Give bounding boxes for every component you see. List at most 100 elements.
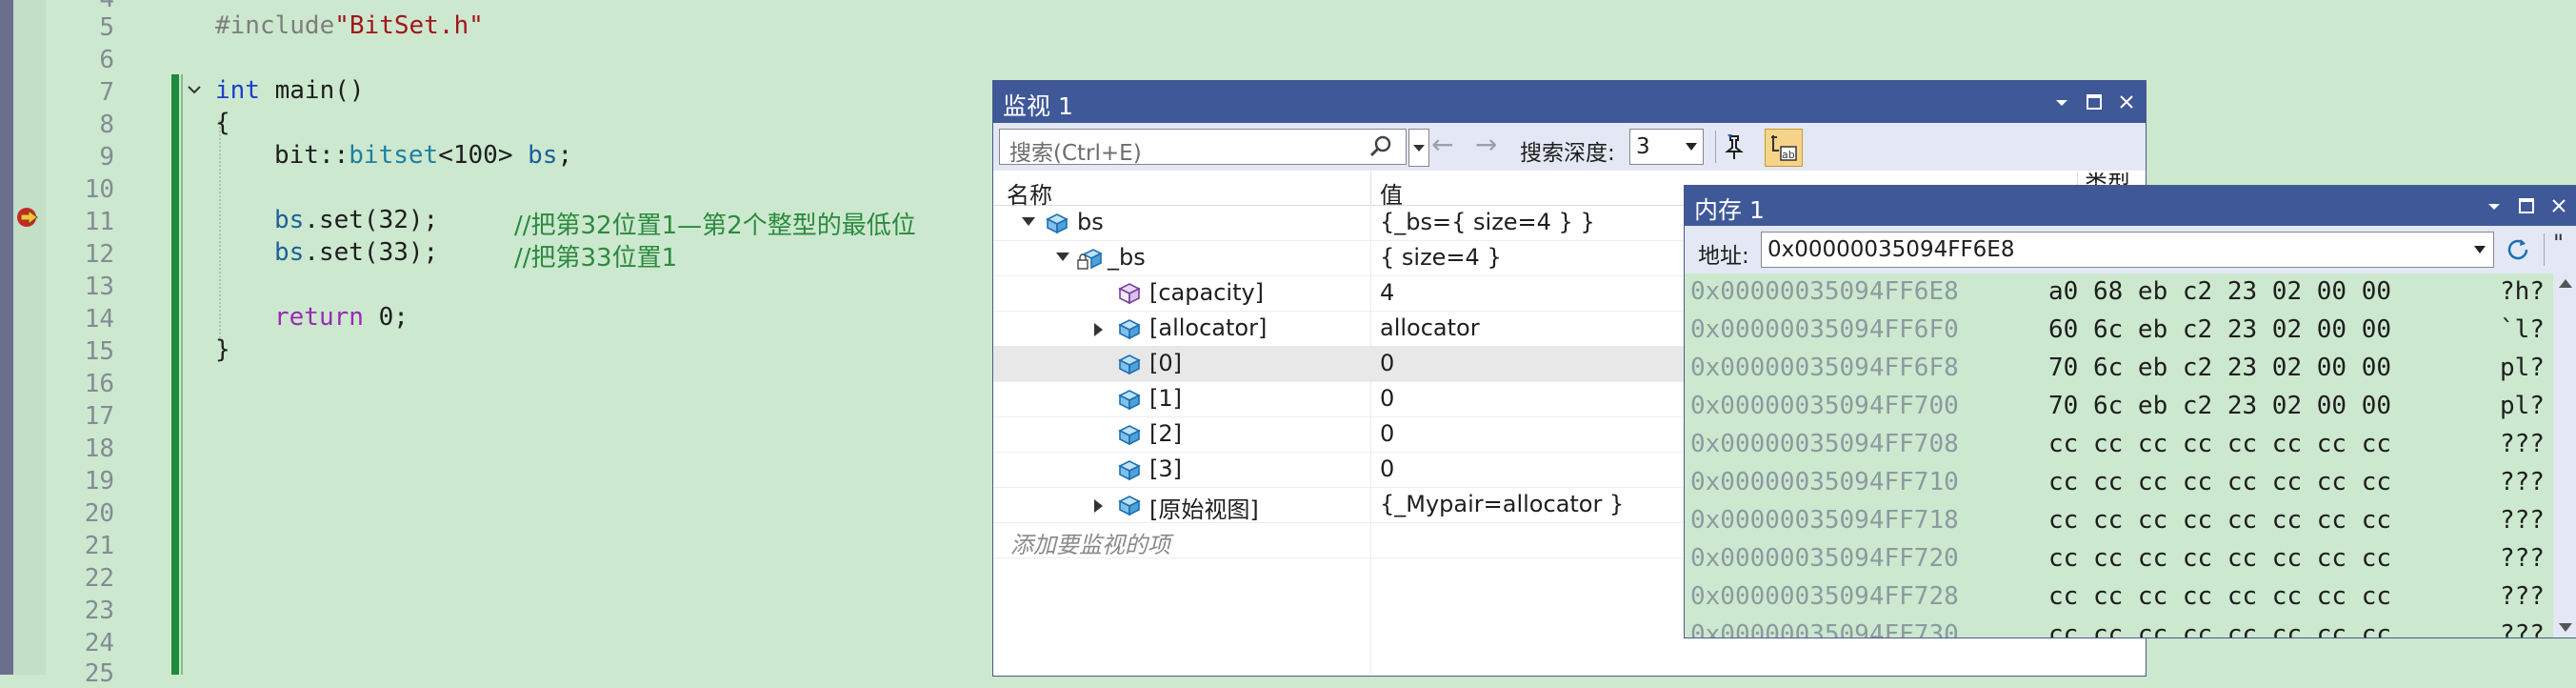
add-watch-placeholder[interactable]: 添加要监视的项: [1010, 526, 1170, 559]
line-number-gutter: 4 5 6 7 8 9 10 11 12 13 14 15 16 17 18 1…: [46, 0, 170, 688]
expand-arrow-icon[interactable]: [1094, 499, 1103, 513]
memory-bytes[interactable]: cc cc cc cc cc cc cc cc: [2048, 582, 2391, 611]
memory-bytes[interactable]: cc cc cc cc cc cc cc cc: [2048, 506, 2391, 535]
search-dropdown-button[interactable]: [1408, 129, 1429, 167]
watch-row-value[interactable]: 0: [1380, 385, 1394, 412]
scroll-up-icon[interactable]: [2559, 279, 2572, 288]
variable: bs: [528, 141, 558, 170]
memory-address: 0x00000035094FF728: [1690, 582, 1959, 611]
watch-row-name: [原始视图]: [1149, 496, 1259, 523]
variable-icon: [1046, 213, 1068, 234]
memory-ascii[interactable]: ???: [2500, 544, 2545, 573]
scroll-down-icon[interactable]: [2559, 623, 2572, 632]
watch-row-name: [2]: [1149, 420, 1182, 447]
column-divider[interactable]: [1370, 172, 1371, 205]
watch-row-value[interactable]: allocator: [1380, 314, 1480, 341]
code-comment-11: //把第32位置1—第2个整型的最低位: [514, 206, 916, 241]
search-icon[interactable]: [1368, 133, 1394, 160]
memory-ascii[interactable]: `l?: [2500, 315, 2545, 344]
hex-display-toggle[interactable]: ab: [1765, 129, 1803, 167]
line-number: 8: [99, 111, 114, 139]
refresh-icon[interactable]: [2502, 233, 2534, 266]
memory-ascii[interactable]: ???: [2500, 430, 2545, 458]
memory-ascii[interactable]: ???: [2500, 468, 2545, 496]
expand-arrow-icon[interactable]: [1094, 323, 1103, 336]
keyword: return: [274, 303, 364, 332]
memory-address: 0x00000035094FF700: [1690, 392, 1959, 420]
chevron-down-icon[interactable]: [2474, 246, 2486, 253]
line-number: 24: [84, 629, 114, 658]
watch-row-value[interactable]: 0: [1380, 350, 1394, 376]
memory-ascii[interactable]: pl?: [2500, 354, 2545, 382]
code-line-12: bs.set(33);: [274, 238, 438, 267]
memory-bytes[interactable]: cc cc cc cc cc cc cc cc: [2048, 430, 2391, 458]
breakpoint-current-line-icon[interactable]: [15, 206, 42, 229]
memory-title-bar[interactable]: 内存 1: [1685, 186, 2576, 226]
watch-row-value[interactable]: 0: [1380, 420, 1394, 447]
memory-title: 内存 1: [1694, 196, 1765, 224]
maximize-icon[interactable]: [2081, 89, 2107, 115]
code-text: bit::: [274, 141, 349, 170]
memory-grid[interactable]: 0x00000035094FF6E8 a0 68 eb c2 23 02 00 0…: [1685, 273, 2553, 637]
memory-ascii[interactable]: pl?: [2500, 392, 2545, 420]
preprocessor-directive: #include: [215, 11, 335, 40]
search-depth-value: 3: [1636, 134, 1650, 159]
code-text: {: [215, 109, 230, 137]
address-input[interactable]: 0x00000035094FF6E8: [1761, 232, 2494, 268]
memory-address: 0x00000035094FF708: [1690, 430, 1959, 458]
code-text: .set(32);: [304, 206, 439, 234]
search-input[interactable]: 搜索(Ctrl+E): [999, 129, 1407, 166]
memory-bytes[interactable]: 60 6c eb c2 23 02 00 00: [2048, 315, 2391, 344]
watch-row-value[interactable]: {_bs={ size=4 } }: [1380, 209, 1595, 235]
line-number: 18: [84, 435, 114, 463]
variable: bs: [274, 238, 305, 267]
collapse-chevron-icon[interactable]: [185, 80, 204, 99]
line-number: 5: [99, 13, 114, 42]
memory-bytes[interactable]: a0 68 eb c2 23 02 00 00: [2048, 277, 2391, 306]
memory-bytes[interactable]: cc cc cc cc cc cc cc cc: [2048, 468, 2391, 496]
window-menu-icon[interactable]: [2481, 192, 2507, 219]
watch-toolbar: 搜索(Ctrl+E) ← → 搜索深度: 3 ab: [993, 123, 2146, 171]
code-comment-12: //把第33位置1: [514, 238, 677, 273]
variable-icon: [1118, 460, 1141, 481]
memory-bytes[interactable]: cc cc cc cc cc cc cc cc: [2048, 620, 2391, 637]
collapse-arrow-icon[interactable]: [1056, 253, 1069, 261]
property-cube-icon: [1118, 283, 1141, 305]
close-icon[interactable]: [2113, 89, 2140, 115]
memory-address: 0x00000035094FF6E8: [1690, 277, 1959, 306]
watch-row-value[interactable]: 0: [1380, 455, 1394, 482]
window-menu-icon[interactable]: [2048, 89, 2075, 115]
more-options-button[interactable]: ": [2553, 230, 2564, 256]
watch-title-bar[interactable]: 监视 1: [993, 81, 2146, 123]
memory-bytes[interactable]: 70 6c eb c2 23 02 00 00: [2048, 392, 2391, 420]
line-number: 10: [84, 175, 114, 204]
watch-row-name: [0]: [1149, 350, 1182, 376]
vertical-scrollbar[interactable]: [2553, 273, 2576, 637]
code-text: }: [215, 335, 230, 364]
memory-ascii[interactable]: ?h?: [2500, 277, 2545, 306]
watch-row-value[interactable]: {_Mypair=allocator }: [1380, 491, 1624, 517]
memory-ascii[interactable]: ???: [2500, 582, 2545, 611]
glyph-margin[interactable]: [13, 0, 46, 675]
keyword: int: [215, 76, 260, 105]
search-depth-select[interactable]: 3: [1629, 129, 1704, 165]
search-next-button[interactable]: →: [1475, 129, 1497, 160]
memory-bytes[interactable]: cc cc cc cc cc cc cc cc: [2048, 544, 2391, 573]
memory-ascii[interactable]: ???: [2500, 620, 2545, 637]
collapse-arrow-icon[interactable]: [1022, 217, 1035, 226]
memory-bytes[interactable]: 70 6c eb c2 23 02 00 00: [2048, 354, 2391, 382]
memory-window[interactable]: 内存 1 地址: 0x00000035094FF6E8 " 0x00000035…: [1684, 185, 2576, 638]
memory-ascii[interactable]: ???: [2500, 506, 2545, 535]
pin-icon[interactable]: [1725, 131, 1757, 163]
search-previous-button[interactable]: ←: [1431, 129, 1453, 160]
watch-row-value[interactable]: 4: [1380, 279, 1394, 306]
code-line-14: return 0;: [274, 303, 409, 332]
line-number: 9: [99, 143, 114, 172]
maximize-icon[interactable]: [2513, 192, 2540, 219]
watch-row-value[interactable]: { size=4 }: [1380, 244, 1502, 271]
code-line-5: #include"BitSet.h": [215, 11, 484, 40]
line-number: 25: [84, 659, 114, 688]
memory-address: 0x00000035094FF6F8: [1690, 354, 1959, 382]
close-icon[interactable]: [2546, 192, 2572, 219]
line-number: 21: [84, 532, 114, 560]
